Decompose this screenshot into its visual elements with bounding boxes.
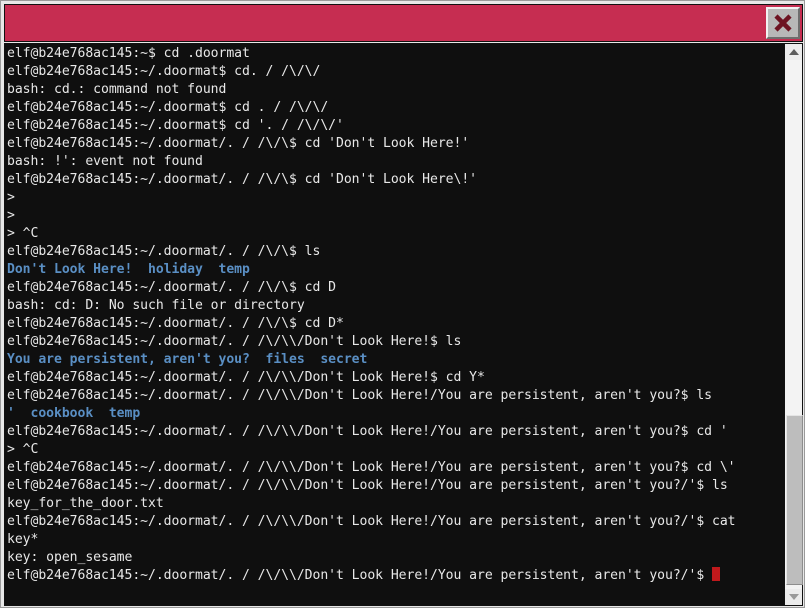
terminal-text: elf@b24e768ac145:~/.doormat/. / /\/\$ ls [7, 244, 321, 259]
directory-listing: ' cookbook temp [7, 406, 141, 421]
terminal-line: elf@b24e768ac145:~/.doormat/. / /\/\$ cd… [7, 135, 784, 153]
terminal-text: elf@b24e768ac145:~$ cd .doormat [7, 46, 250, 61]
terminal-text: key: open_sesame [7, 550, 133, 565]
terminal-text: bash: cd: D: No such file or directory [7, 298, 305, 313]
terminal-line: ' cookbook temp [7, 405, 784, 423]
terminal-line: elf@b24e768ac145:~/.doormat/. / /\/\\/Do… [7, 387, 784, 405]
terminal-body[interactable]: elf@b24e768ac145:~$ cd .doormat elf@b24e7… [4, 43, 803, 606]
terminal-line: > ^C [7, 441, 784, 459]
terminal-line: bash: cd: D: No such file or directory [7, 297, 784, 315]
terminal-line: bash: cd.: command not found [7, 81, 784, 99]
close-button[interactable] [766, 7, 800, 39]
terminal-text: bash: !': event not found [7, 154, 203, 169]
terminal-line: elf@b24e768ac145:~/.doormat/. / /\/\\/Do… [7, 459, 784, 477]
terminal-text: key_for_the_door.txt [7, 496, 164, 511]
directory-listing: You are persistent, aren't you? files se… [7, 352, 368, 367]
terminal-line: elf@b24e768ac145:~/.doormat/. / /\/\\/Do… [7, 423, 784, 441]
terminal-text: > [7, 190, 15, 205]
terminal-text: > ^C [7, 226, 39, 241]
terminal-text: elf@b24e768ac145:~/.doormat/. / /\/\\/Do… [7, 334, 462, 349]
terminal-text: elf@b24e768ac145:~/.doormat$ cd . / /\/\… [7, 100, 329, 115]
terminal-text: > [7, 208, 15, 223]
terminal-cursor [711, 567, 720, 581]
terminal-line: bash: !': event not found [7, 153, 784, 171]
scrollbar-track[interactable] [785, 60, 803, 589]
terminal-screen[interactable]: elf@b24e768ac145:~$ cd .doormat elf@b24e7… [5, 44, 784, 605]
terminal-text: elf@b24e768ac145:~/.doormat/. / /\/\\/Do… [7, 514, 736, 529]
terminal-line: > ^C [7, 225, 784, 243]
terminal-line: elf@b24e768ac145:~/.doormat/. / /\/\\/Do… [7, 369, 784, 387]
directory-listing: Don't Look Here! holiday temp [7, 262, 250, 277]
scrollbar-thumb[interactable] [786, 415, 803, 585]
triangle-up-icon [788, 49, 799, 55]
terminal-line: elf@b24e768ac145:~/.doormat/. / /\/\\/Do… [7, 513, 784, 531]
terminal-line: elf@b24e768ac145:~/.doormat/. / /\/\\/Do… [7, 477, 784, 495]
terminal-scrollbar[interactable] [784, 44, 803, 605]
close-x-icon [772, 12, 794, 34]
terminal-line: elf@b24e768ac145:~/.doormat/. / /\/\$ cd… [7, 171, 784, 189]
window-titlebar[interactable] [4, 4, 803, 42]
terminal-text: > ^C [7, 442, 39, 457]
terminal-window: elf@b24e768ac145:~$ cd .doormat elf@b24e7… [0, 0, 805, 608]
terminal-text: elf@b24e768ac145:~/.doormat/. / /\/\$ cd… [7, 280, 336, 295]
scrollbar-up-button[interactable] [785, 44, 802, 60]
terminal-line: key: open_sesame [7, 549, 784, 567]
scrollbar-down-button[interactable] [785, 589, 802, 605]
terminal-text: key* [7, 532, 39, 547]
terminal-text: elf@b24e768ac145:~/.doormat/. / /\/\$ cd… [7, 136, 470, 151]
terminal-text: elf@b24e768ac145:~/.doormat/. / /\/\\/Do… [7, 478, 728, 493]
terminal-line: Don't Look Here! holiday temp [7, 261, 784, 279]
terminal-line: key_for_the_door.txt [7, 495, 784, 513]
terminal-line: elf@b24e768ac145:~/.doormat$ cd '. / /\/… [7, 117, 784, 135]
terminal-line: > [7, 189, 784, 207]
terminal-text: elf@b24e768ac145:~/.doormat$ cd. / /\/\/ [7, 64, 321, 79]
terminal-text: elf@b24e768ac145:~/.doormat/. / /\/\\/Do… [7, 460, 736, 475]
terminal-text: elf@b24e768ac145:~/.doormat$ cd '. / /\/… [7, 118, 344, 133]
terminal-line: You are persistent, aren't you? files se… [7, 351, 784, 369]
terminal-line: elf@b24e768ac145:~/.doormat$ cd . / /\/\… [7, 99, 784, 117]
terminal-line: key* [7, 531, 784, 549]
terminal-line: elf@b24e768ac145:~$ cd .doormat [7, 45, 784, 63]
terminal-line: elf@b24e768ac145:~/.doormat/. / /\/\$ cd… [7, 315, 784, 333]
terminal-line: elf@b24e768ac145:~/.doormat/. / /\/\$ ls [7, 243, 784, 261]
terminal-line: elf@b24e768ac145:~/.doormat/. / /\/\\/Do… [7, 333, 784, 351]
terminal-line: elf@b24e768ac145:~/.doormat/. / /\/\$ cd… [7, 279, 784, 297]
terminal-text: elf@b24e768ac145:~/.doormat/. / /\/\\/Do… [7, 388, 712, 403]
terminal-text: elf@b24e768ac145:~/.doormat/. / /\/\$ cd… [7, 316, 344, 331]
terminal-text: elf@b24e768ac145:~/.doormat/. / /\/\$ cd… [7, 172, 477, 187]
terminal-text: elf@b24e768ac145:~/.doormat/. / /\/\\/Do… [7, 568, 712, 583]
triangle-down-icon [788, 594, 799, 600]
terminal-line: elf@b24e768ac145:~/.doormat$ cd. / /\/\/ [7, 63, 784, 81]
terminal-line: > [7, 207, 784, 225]
terminal-text: bash: cd.: command not found [7, 82, 227, 97]
terminal-text: elf@b24e768ac145:~/.doormat/. / /\/\\/Do… [7, 424, 728, 439]
terminal-text: elf@b24e768ac145:~/.doormat/. / /\/\\/Do… [7, 370, 485, 385]
terminal-line: elf@b24e768ac145:~/.doormat/. / /\/\\/Do… [7, 567, 784, 585]
